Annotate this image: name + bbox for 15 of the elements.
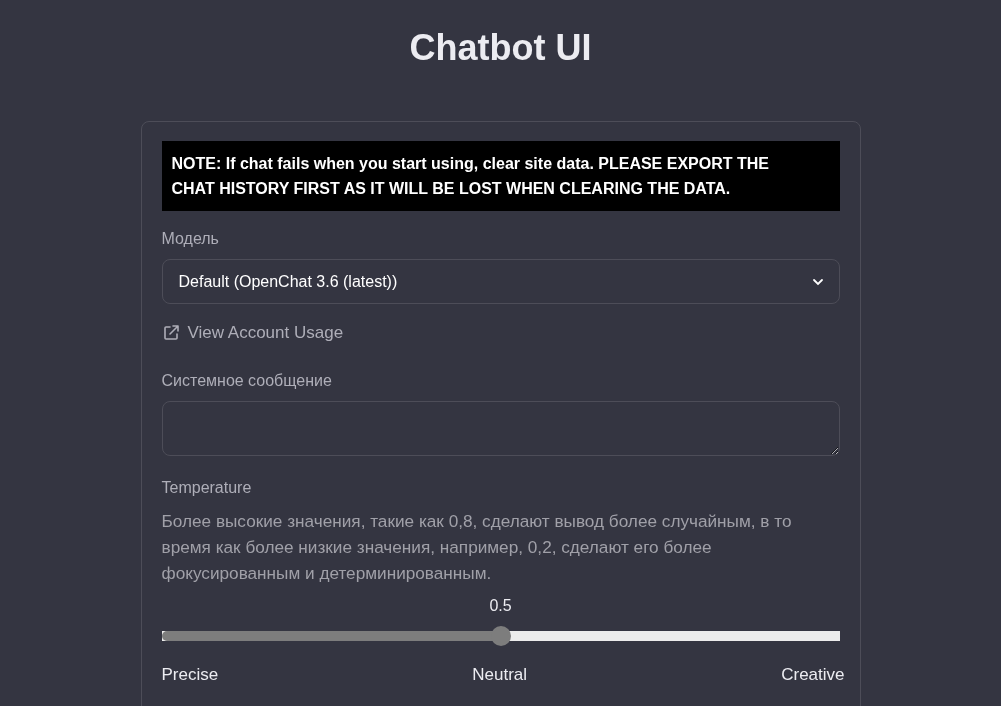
notice-banner: NOTE: If chat fails when you start using, clear site data. PLEASE EXPORT THE CHAT HISTORY FIRST AS IT WILL BE LOST WHEN CLEARING THE DATA.: [161, 141, 840, 212]
page-title: Chatbot UI: [409, 26, 592, 70]
scale-label: Precise: [161, 663, 219, 686]
temperature-description: Более высокие значения, такие как 0,8, сделают вывод более случайным, в то время как более низкие значения, например, 0,2, сделают его более фокусированным и детерминированным.: [161, 509, 793, 585]
system-message-label: Системное сообщение: [161, 371, 332, 389]
temperature-reading: 0.5: [489, 596, 512, 614]
scale-label: Creative: [781, 663, 845, 686]
scale-label: Neutral: [472, 663, 528, 686]
slider-thumb[interactable]: [490, 625, 511, 646]
external-link-icon: [161, 323, 180, 342]
system-message-field[interactable]: [161, 400, 840, 456]
temperature-label: Temperature: [161, 478, 252, 496]
model-label: Модель: [161, 230, 219, 248]
model-select[interactable]: Default (OpenChat 3.6 (latest)): [161, 259, 840, 305]
account-usage-link[interactable]: View Account Usage: [161, 320, 344, 346]
